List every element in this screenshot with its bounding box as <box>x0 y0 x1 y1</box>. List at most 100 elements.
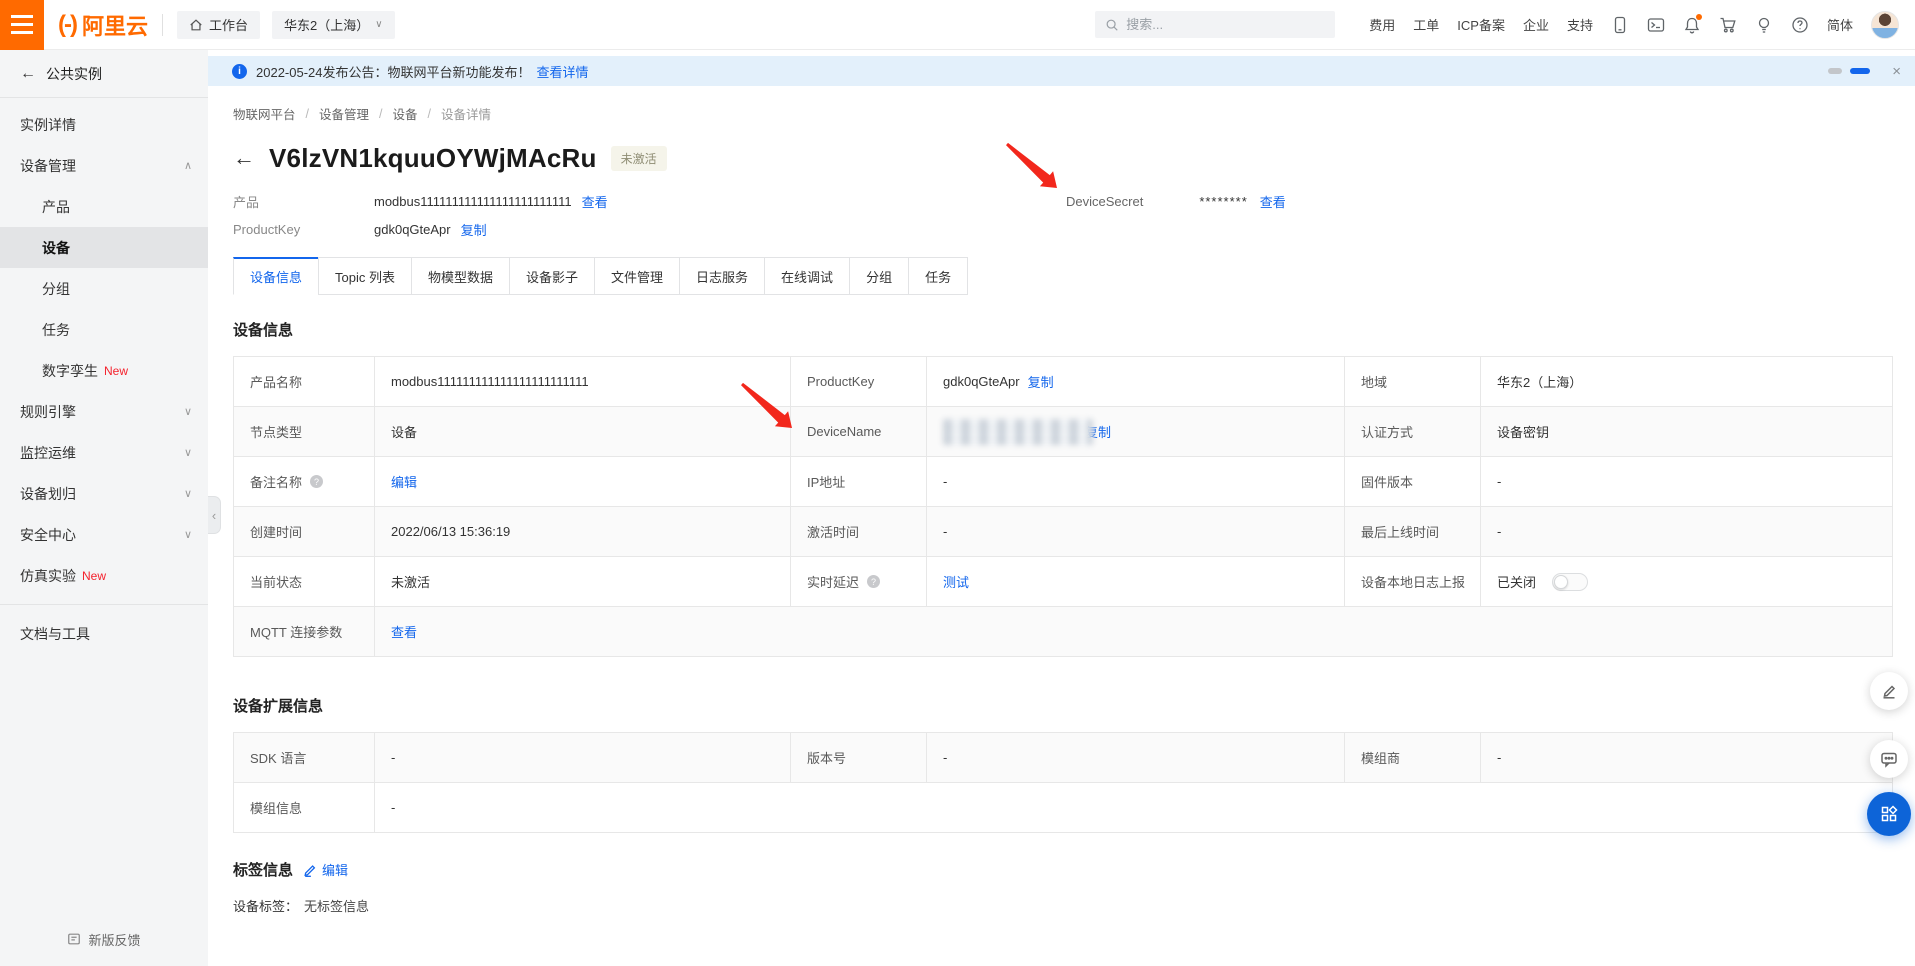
top-navbar: (-) 阿里云 工作台 华东2（上海） ∨ 费用 工单 ICP备案 企业 支持 <box>0 0 1915 50</box>
tab-device-info[interactable]: 设备信息 <box>233 257 319 295</box>
latency-test-link[interactable]: 测试 <box>943 572 969 591</box>
help-tooltip-icon[interactable] <box>867 575 880 588</box>
edit-tags-button[interactable]: 编辑 <box>303 860 348 879</box>
menu-icp[interactable]: ICP备案 <box>1457 15 1505 34</box>
device-meta: 产品 modbus111111111111111111111111 查看 Dev… <box>233 187 1893 243</box>
global-search[interactable] <box>1095 11 1335 38</box>
pencil-underline-icon <box>1880 682 1898 700</box>
section-title-ext-info: 设备扩展信息 <box>233 695 1893 716</box>
productkey-value: gdk0qGteApr <box>374 222 451 237</box>
auth-type-value: 设备密钥 <box>1481 407 1893 457</box>
topbar-right: 费用 工单 ICP备案 企业 支持 简体 <box>1095 11 1915 39</box>
sidebar-back-public-instance[interactable]: ← 公共实例 <box>0 50 208 98</box>
feedback-button[interactable]: 新版反馈 <box>0 922 208 956</box>
cart-icon[interactable] <box>1719 16 1737 34</box>
help-tooltip-icon[interactable] <box>310 475 323 488</box>
productkey-label: ProductKey <box>233 222 374 237</box>
tab-device-shadow[interactable]: 设备影子 <box>509 257 595 295</box>
sidebar-item-instance-detail[interactable]: 实例详情 <box>0 104 208 145</box>
current-status-value: 未激活 <box>375 557 791 607</box>
tab-thing-model-data[interactable]: 物模型数据 <box>411 257 510 295</box>
local-log-toggle[interactable] <box>1552 573 1588 591</box>
back-button[interactable]: ← <box>233 145 255 171</box>
copy-productkey-link[interactable]: 复制 <box>1028 372 1054 391</box>
search-icon <box>1105 18 1119 32</box>
chevron-down-icon: ∨ <box>184 487 192 500</box>
menu-tickets[interactable]: 工单 <box>1413 15 1439 34</box>
back-arrow-icon: ← <box>20 65 36 83</box>
tab-log-service[interactable]: 日志服务 <box>679 257 765 295</box>
breadcrumb: 物联网平台 / 设备管理 / 设备 / 设备详情 <box>233 104 1893 123</box>
logo-text: 阿里云 <box>82 9 148 41</box>
sidebar-item-devices[interactable]: 设备 <box>0 227 208 268</box>
terminal-icon[interactable] <box>1647 16 1665 34</box>
tab-topic-list[interactable]: Topic 列表 <box>318 257 412 295</box>
device-ext-table: SDK 语言 - 版本号 - 模组商 - 模组信息 - <box>233 732 1893 833</box>
lamp-icon[interactable] <box>1755 16 1773 34</box>
module-vendor-value: - <box>1481 733 1893 783</box>
breadcrumb-devices[interactable]: 设备 <box>393 104 418 123</box>
productkey-cell-value: gdk0qGteApr <box>943 374 1020 389</box>
version-value: - <box>927 733 1345 783</box>
sidebar-item-docs-tools[interactable]: 文档与工具 <box>0 613 208 654</box>
sidebar-item-device-assignment[interactable]: 设备划归 ∨ <box>0 473 208 514</box>
edit-remark-link[interactable]: 编辑 <box>391 472 417 491</box>
device-secret-view-link[interactable]: 查看 <box>1260 192 1286 211</box>
sidebar-item-device-management[interactable]: 设备管理 ∧ <box>0 145 208 186</box>
close-icon[interactable]: × <box>1892 63 1901 80</box>
last-online-time-value: - <box>1481 507 1893 557</box>
breadcrumb-iot-platform[interactable]: 物联网平台 <box>233 104 296 123</box>
new-badge: New <box>82 569 106 583</box>
product-name-value: modbus111111111111111111111111 <box>375 357 791 407</box>
sidebar-item-groups[interactable]: 分组 <box>0 268 208 309</box>
status-badge-inactive: 未激活 <box>611 146 667 171</box>
menu-billing[interactable]: 费用 <box>1369 15 1395 34</box>
sidebar-item-rules-engine[interactable]: 规则引擎 ∨ <box>0 391 208 432</box>
app-icon[interactable] <box>1611 16 1629 34</box>
breadcrumb-device-detail: 设备详情 <box>441 104 491 123</box>
product-view-link[interactable]: 查看 <box>582 192 608 211</box>
sidebar-item-products[interactable]: 产品 <box>0 186 208 227</box>
breadcrumb-device-management[interactable]: 设备管理 <box>319 104 369 123</box>
floating-apps-button[interactable] <box>1867 792 1911 836</box>
chat-bubble-icon <box>1880 750 1898 768</box>
sidebar-item-digital-twin[interactable]: 数字孪生 New <box>0 350 208 391</box>
carousel-dot-active[interactable] <box>1850 68 1870 74</box>
logo-bracket-icon: (-) <box>58 11 76 39</box>
floating-edit-button[interactable] <box>1870 672 1908 710</box>
divider <box>0 604 208 605</box>
sidebar-item-tasks[interactable]: 任务 <box>0 309 208 350</box>
alibaba-cloud-logo[interactable]: (-) 阿里云 <box>58 9 148 41</box>
floating-feedback-button[interactable] <box>1870 740 1908 778</box>
sidebar-item-monitoring-ops[interactable]: 监控运维 ∨ <box>0 432 208 473</box>
product-value: modbus111111111111111111111111 <box>374 194 572 209</box>
activation-time-value: - <box>927 507 1345 557</box>
productkey-copy-link[interactable]: 复制 <box>461 220 487 239</box>
notification-bell-icon[interactable] <box>1683 16 1701 34</box>
carousel-dot[interactable] <box>1828 68 1842 74</box>
search-input[interactable] <box>1126 17 1306 32</box>
language-switch[interactable]: 简体 <box>1827 15 1853 34</box>
chevron-down-icon: ∨ <box>184 446 192 459</box>
help-icon[interactable] <box>1791 16 1809 34</box>
sidebar-item-security-center[interactable]: 安全中心 ∨ <box>0 514 208 555</box>
tab-file-management[interactable]: 文件管理 <box>594 257 680 295</box>
sidebar-item-simulation[interactable]: 仿真实验 New <box>0 555 208 596</box>
hamburger-menu-icon[interactable] <box>0 0 44 50</box>
divider <box>162 14 163 36</box>
workbench-button[interactable]: 工作台 <box>177 11 260 39</box>
menu-enterprise[interactable]: 企业 <box>1523 15 1549 34</box>
home-icon <box>189 18 203 32</box>
announcement-detail-link[interactable]: 查看详情 <box>537 62 589 81</box>
region-selector[interactable]: 华东2（上海） ∨ <box>272 11 395 39</box>
sidebar-collapse-handle[interactable]: ‹ <box>208 496 221 534</box>
main-content: 物联网平台 / 设备管理 / 设备 / 设备详情 ← V6lzVN1kquuOY… <box>208 86 1915 966</box>
menu-support[interactable]: 支持 <box>1567 15 1593 34</box>
tab-tasks[interactable]: 任务 <box>908 257 968 295</box>
tab-online-debug[interactable]: 在线调试 <box>764 257 850 295</box>
mqtt-params-view-link[interactable]: 查看 <box>391 622 417 641</box>
device-secret-masked: ******** <box>1199 194 1247 209</box>
tab-groups[interactable]: 分组 <box>849 257 909 295</box>
announcement-banner: 2022-05-24发布公告：物联网平台新功能发布！ 查看详情 × <box>208 56 1915 86</box>
user-avatar[interactable] <box>1871 11 1899 39</box>
